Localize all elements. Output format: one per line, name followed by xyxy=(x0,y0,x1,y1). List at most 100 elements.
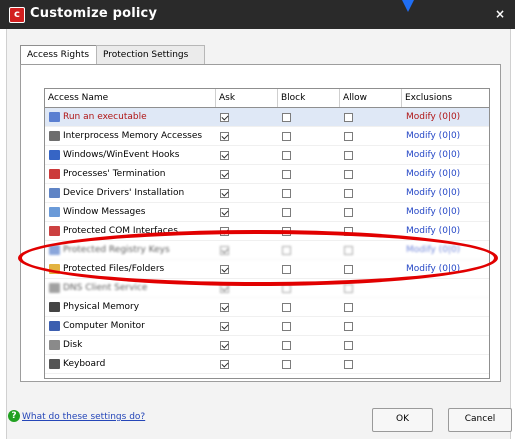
allow-cell xyxy=(340,355,402,373)
block-cell xyxy=(278,165,340,183)
ok-button[interactable]: OK xyxy=(372,408,433,432)
block-cell xyxy=(278,317,340,335)
allow-checkbox[interactable] xyxy=(344,340,353,350)
exclusions-cell: Modify (0|0) xyxy=(402,203,489,221)
modify-link[interactable]: Modify (0|0) xyxy=(406,188,460,198)
ask-checkbox[interactable] xyxy=(220,302,229,312)
column-block[interactable]: Block xyxy=(278,89,340,107)
ask-checkbox[interactable] xyxy=(220,207,229,217)
termination-icon xyxy=(49,169,60,179)
tab-protection-settings[interactable]: Protection Settings xyxy=(96,45,205,65)
title-bar: c Customize policy × xyxy=(0,0,515,29)
ask-checkbox[interactable] xyxy=(220,150,229,160)
allow-checkbox[interactable] xyxy=(344,131,353,141)
block-checkbox[interactable] xyxy=(282,131,291,141)
block-checkbox[interactable] xyxy=(282,169,291,179)
table-row[interactable]: Keyboard xyxy=(45,355,489,374)
ask-checkbox[interactable] xyxy=(220,321,229,331)
allow-checkbox[interactable] xyxy=(344,188,353,198)
allow-checkbox[interactable] xyxy=(344,359,353,369)
access-name-cell: Run an executable xyxy=(45,108,216,126)
memory-access-icon xyxy=(49,131,60,141)
access-name-cell: Device Drivers' Installation xyxy=(45,184,216,202)
allow-checkbox[interactable] xyxy=(344,207,353,217)
block-checkbox[interactable] xyxy=(282,359,291,369)
access-name-cell: Windows/WinEvent Hooks xyxy=(45,146,216,164)
access-name: Run an executable xyxy=(63,112,147,122)
block-cell xyxy=(278,203,340,221)
table-row[interactable]: Computer Monitor xyxy=(45,317,489,336)
column-ask[interactable]: Ask xyxy=(216,89,278,107)
block-checkbox[interactable] xyxy=(282,302,291,312)
allow-checkbox[interactable] xyxy=(344,150,353,160)
block-checkbox[interactable] xyxy=(282,112,291,122)
access-name-cell: Keyboard xyxy=(45,355,216,373)
block-cell xyxy=(278,298,340,316)
modify-link[interactable]: Modify (0|0) xyxy=(406,150,460,160)
block-checkbox[interactable] xyxy=(282,188,291,198)
allow-checkbox[interactable] xyxy=(344,302,353,312)
window-title: Customize policy xyxy=(30,6,158,21)
table-row[interactable]: Device Drivers' Installation Modify (0|0) xyxy=(45,184,489,203)
table-row[interactable]: Run an executable Modify (0|0) xyxy=(45,108,489,127)
column-allow[interactable]: Allow xyxy=(340,89,402,107)
ask-checkbox[interactable] xyxy=(220,340,229,350)
allow-cell xyxy=(340,184,402,202)
block-checkbox[interactable] xyxy=(282,207,291,217)
access-name-cell: Physical Memory xyxy=(45,298,216,316)
access-name-cell: Computer Monitor xyxy=(45,317,216,335)
access-name-cell: Window Messages xyxy=(45,203,216,221)
cancel-button[interactable]: Cancel xyxy=(448,408,512,432)
table-header: Access Name Ask Block Allow Exclusions xyxy=(45,89,489,108)
table-row[interactable]: Disk xyxy=(45,336,489,355)
exclusions-cell xyxy=(402,336,489,354)
access-name-cell: Processes' Termination xyxy=(45,165,216,183)
block-cell xyxy=(278,146,340,164)
tab-access-rights[interactable]: Access Rights xyxy=(20,45,98,66)
table-row[interactable]: Physical Memory xyxy=(45,298,489,317)
ask-checkbox[interactable] xyxy=(220,112,229,122)
modify-link[interactable]: Modify (0|0) xyxy=(406,226,460,236)
column-access-name[interactable]: Access Name xyxy=(45,89,216,107)
block-checkbox[interactable] xyxy=(282,340,291,350)
table-row[interactable]: Window Messages Modify (0|0) xyxy=(45,203,489,222)
table-row[interactable]: Processes' Termination Modify (0|0) xyxy=(45,165,489,184)
ask-cell xyxy=(216,127,278,145)
ask-cell xyxy=(216,355,278,373)
column-exclusions[interactable]: Exclusions xyxy=(402,89,489,107)
access-name: Windows/WinEvent Hooks xyxy=(63,150,180,160)
help-icon: ? xyxy=(8,410,20,422)
exclusions-cell: Modify (0|0) xyxy=(402,184,489,202)
access-name: Physical Memory xyxy=(63,302,140,312)
ask-cell xyxy=(216,203,278,221)
ask-checkbox[interactable] xyxy=(220,169,229,179)
allow-cell xyxy=(340,317,402,335)
block-checkbox[interactable] xyxy=(282,321,291,331)
physical-memory-icon xyxy=(49,302,60,312)
allow-checkbox[interactable] xyxy=(344,283,353,293)
access-name: Keyboard xyxy=(63,359,106,369)
allow-checkbox[interactable] xyxy=(344,321,353,331)
ask-checkbox[interactable] xyxy=(220,188,229,198)
driver-icon xyxy=(49,188,60,198)
allow-checkbox[interactable] xyxy=(344,169,353,179)
highlight-annotation xyxy=(18,230,498,286)
access-name: Window Messages xyxy=(63,207,146,217)
ask-checkbox[interactable] xyxy=(220,359,229,369)
modify-link[interactable]: Modify (0|0) xyxy=(406,112,460,122)
ask-cell xyxy=(216,317,278,335)
block-checkbox[interactable] xyxy=(282,150,291,160)
modify-link[interactable]: Modify (0|0) xyxy=(406,207,460,217)
close-icon[interactable]: × xyxy=(495,7,505,21)
exclusions-cell: Modify (0|0) xyxy=(402,165,489,183)
table-row[interactable]: Interprocess Memory Accesses Modify (0|0) xyxy=(45,127,489,146)
allow-cell xyxy=(340,203,402,221)
access-name: Device Drivers' Installation xyxy=(63,188,185,198)
table-row[interactable]: Windows/WinEvent Hooks Modify (0|0) xyxy=(45,146,489,165)
block-cell xyxy=(278,336,340,354)
allow-checkbox[interactable] xyxy=(344,112,353,122)
help-link[interactable]: What do these settings do? xyxy=(22,412,145,422)
modify-link[interactable]: Modify (0|0) xyxy=(406,169,460,179)
modify-link[interactable]: Modify (0|0) xyxy=(406,131,460,141)
ask-checkbox[interactable] xyxy=(220,131,229,141)
